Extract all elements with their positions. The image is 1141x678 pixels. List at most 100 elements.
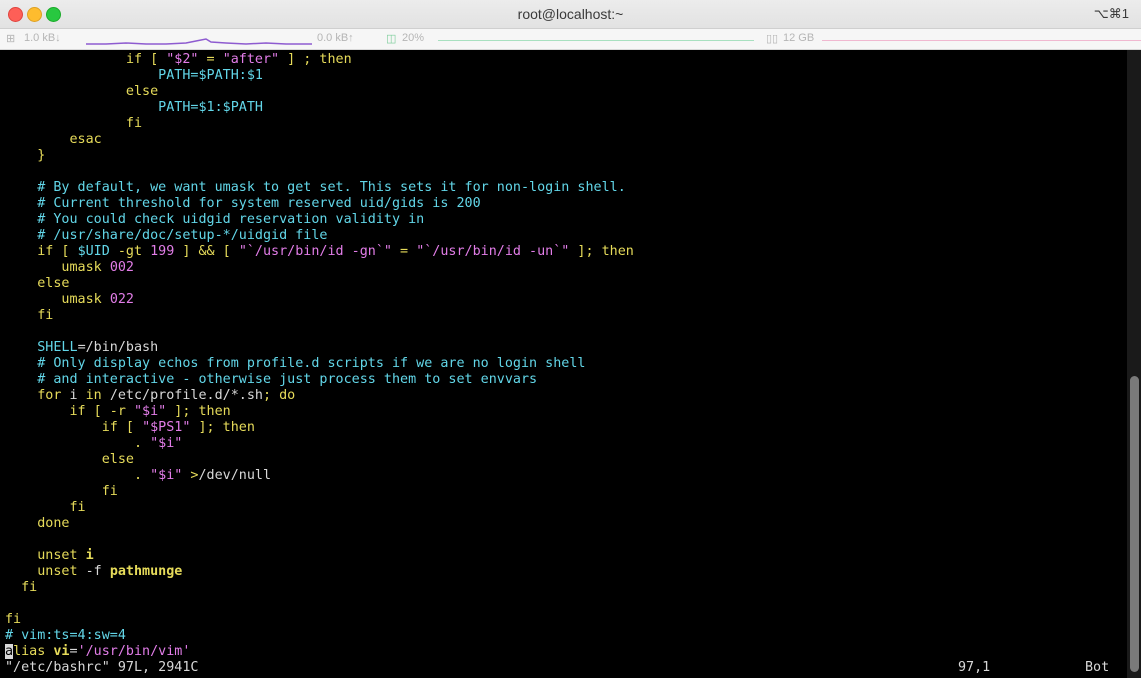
code-token: "$2" [166, 52, 199, 67]
tab-shortcut: ⌥⌘1 [1093, 6, 1129, 21]
code-token: vi [53, 644, 70, 659]
code-token: # You could check uidgid reservation val… [5, 212, 425, 227]
code-line: # Only display echos from profile.d scri… [5, 356, 585, 372]
code-token: else [5, 276, 70, 291]
code-token: . [5, 468, 151, 483]
download-graph [86, 38, 312, 45]
download-rate: 1.0 kB↓ [24, 32, 61, 44]
code-token: [ [142, 52, 167, 67]
code-token: ]; then [569, 244, 634, 259]
code-token: for [5, 388, 70, 403]
code-line: fi [5, 484, 118, 500]
code-line: . "$i" >/dev/null [5, 468, 271, 484]
code-token: } [5, 148, 46, 163]
code-token: fi [5, 484, 118, 499]
code-token: if [125, 52, 143, 67]
code-token: "$PS1" [142, 420, 191, 435]
code-line: fi [5, 612, 21, 628]
code-line: fi [5, 500, 86, 516]
code-token: lias [13, 644, 54, 659]
code-token: -gt [109, 244, 151, 259]
code-token: fi [5, 116, 143, 131]
code-token: pathmunge [109, 564, 183, 579]
code-line: unset -f pathmunge [5, 564, 182, 580]
code-line: # You could check uidgid reservation val… [5, 212, 424, 228]
code-token: umask [5, 292, 110, 307]
code-token: ]; then [166, 404, 231, 419]
code-token: fi [5, 500, 86, 515]
code-token: i [69, 388, 78, 403]
vim-editor[interactable]: if [ "$2" = "after" ] ; then PATH=$PATH:… [0, 50, 1127, 678]
code-token: '/usr/bin/vim' [77, 644, 191, 659]
code-token: $UID [77, 244, 110, 259]
code-line: # By default, we want umask to get set. … [5, 180, 626, 196]
code-line: else [5, 452, 134, 468]
code-token: if [ [5, 244, 78, 259]
code-line: fi [5, 580, 37, 596]
network-icon: ⊞ [6, 33, 16, 45]
code-token: # /usr/share/doc/setup-*/uidgid file [5, 228, 328, 243]
code-line: umask 022 [5, 292, 134, 308]
code-token: "`/usr/bin/id -un`" [416, 244, 570, 259]
cpu-icon: ◫ [386, 33, 397, 45]
code-token: 199 [150, 244, 175, 259]
code-line: else [5, 84, 158, 100]
code-token: ] && [ [174, 244, 239, 259]
terminal-window: root@localhost:~ ⌥⌘1 ⊞ 1.0 kB↓ 0.0 kB↑ ◫… [0, 0, 1141, 678]
code-line: # and interactive - otherwise just proce… [5, 372, 537, 388]
code-token: "$i" [150, 468, 183, 483]
code-line: if [ "$PS1" ]; then [5, 420, 255, 436]
code-token: PATH=$PATH:$1 [5, 68, 263, 83]
code-line: if [ $UID -gt 199 ] && [ "`/usr/bin/id -… [5, 244, 634, 260]
code-token: else [5, 84, 159, 99]
code-line: . "$i" [5, 436, 182, 452]
code-token: 002 [109, 260, 134, 275]
cursor-position: 97,1 [958, 660, 991, 675]
code-token: # By default, we want umask to get set. … [5, 180, 626, 195]
memory-usage: 12 GB [783, 32, 815, 44]
code-token: # Current threshold for system reserved … [5, 196, 481, 211]
memory-icon: ▯▯ [766, 33, 779, 45]
code-token: i [85, 548, 94, 563]
code-line: # Current threshold for system reserved … [5, 196, 481, 212]
code-token: /etc/profile.d/*.sh [109, 388, 263, 403]
code-line: fi [5, 116, 142, 132]
code-token: PATH=$1:$PATH [5, 100, 263, 115]
code-token: > [182, 468, 199, 483]
code-token: SHELL [5, 340, 78, 355]
code-token: ] ; then [279, 52, 352, 67]
cpu-usage: 20% [402, 32, 425, 44]
code-token: ; do [263, 388, 296, 403]
code-token: = [198, 52, 223, 67]
code-token: else [5, 452, 134, 467]
code-token: fi [5, 580, 38, 595]
code-token: done [5, 516, 70, 531]
code-line: done [5, 516, 70, 532]
code-token: # and interactive - otherwise just proce… [5, 372, 538, 387]
code-line: else [5, 276, 70, 292]
memory-graph [822, 40, 1141, 41]
code-line: # vim:ts=4:sw=4 [5, 628, 126, 644]
code-line: unset i [5, 548, 94, 564]
code-line: SHELL=/bin/bash [5, 340, 158, 356]
code-token: "after" [222, 52, 280, 67]
scrollbar-thumb[interactable] [1130, 376, 1139, 672]
window-title: root@localhost:~ [517, 6, 624, 22]
code-token: unset [5, 564, 86, 579]
code-line: # /usr/share/doc/setup-*/uidgid file [5, 228, 327, 244]
file-info: "/etc/bashrc" 97L, 2941C [5, 660, 199, 675]
code-line: fi [5, 308, 53, 324]
code-token: esac [5, 132, 102, 147]
code-token: /dev/null [198, 468, 272, 483]
code-line: esac [5, 132, 102, 148]
code-token: 022 [109, 292, 134, 307]
code-token: =/bin/bash [77, 340, 159, 355]
status-bar: ⊞ 1.0 kB↓ 0.0 kB↑ ◫ 20% ▯▯ 12 GB [0, 29, 1141, 50]
code-token: = [69, 644, 78, 659]
title-bar[interactable]: root@localhost:~ ⌥⌘1 [0, 0, 1141, 29]
code-token: "`/usr/bin/id -gn`" [238, 244, 392, 259]
upload-rate: 0.0 kB↑ [317, 32, 354, 44]
scroll-position: Bot [1085, 660, 1110, 675]
code-token: # Only display echos from profile.d scri… [5, 356, 586, 371]
